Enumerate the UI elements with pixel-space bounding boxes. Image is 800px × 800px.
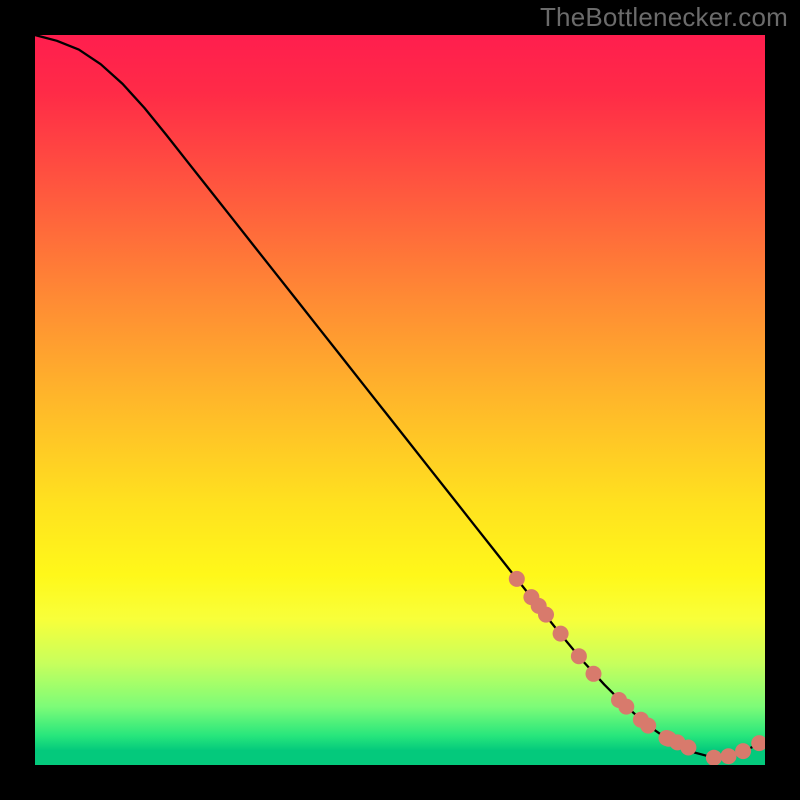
curve-line: [35, 35, 765, 758]
data-marker: [538, 607, 554, 623]
data-marker: [509, 571, 525, 587]
data-marker: [721, 748, 737, 764]
data-marker: [751, 735, 765, 751]
data-marker: [706, 750, 722, 765]
bottleneck-chart: [35, 35, 765, 765]
data-marker: [586, 666, 602, 682]
plot-area: [35, 35, 765, 765]
data-marker: [735, 743, 751, 759]
watermark-text: TheBottlenecker.com: [540, 2, 788, 33]
data-marker: [640, 718, 656, 734]
data-marker: [571, 648, 587, 664]
data-marker: [553, 626, 569, 642]
data-marker: [618, 699, 634, 715]
chart-container: TheBottlenecker.com: [0, 0, 800, 800]
data-marker: [680, 740, 696, 756]
